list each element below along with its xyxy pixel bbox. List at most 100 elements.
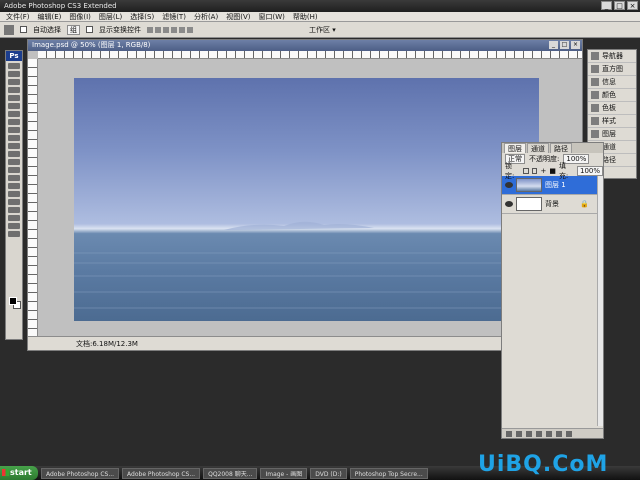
navigator-icon xyxy=(591,52,599,60)
menu-file[interactable]: 文件(F) xyxy=(6,12,30,21)
eraser-tool[interactable] xyxy=(8,143,20,149)
show-transform-checkbox[interactable] xyxy=(86,26,93,33)
blur-tool[interactable] xyxy=(8,159,20,165)
taskbar-item[interactable]: Adobe Photoshop CS... xyxy=(122,467,201,479)
water-ripples xyxy=(74,252,539,309)
workspace-button[interactable]: 工作区 ▾ xyxy=(309,25,336,35)
tab-layers[interactable]: 图层 xyxy=(504,143,526,153)
lock-position-icon[interactable]: + xyxy=(540,167,546,175)
maximize-icon[interactable]: □ xyxy=(614,1,625,10)
panel-navigator[interactable]: 导航器 xyxy=(588,50,636,63)
brush-tool[interactable] xyxy=(8,119,20,125)
panel-histogram-label: 直方图 xyxy=(602,65,623,73)
panel-info[interactable]: 信息 xyxy=(588,76,636,89)
auto-select-checkbox[interactable] xyxy=(20,26,27,33)
layer-row-1[interactable]: 图层 1 xyxy=(502,176,603,195)
lock-transparent-icon[interactable] xyxy=(523,167,529,174)
app-title-bar: Adobe Photoshop CS3 Extended _ □ × xyxy=(0,0,640,12)
align-top-icon[interactable] xyxy=(147,26,153,33)
align-left-icon[interactable] xyxy=(171,26,177,33)
lock-all-icon[interactable]: ■ xyxy=(549,167,556,175)
minimize-icon[interactable]: _ xyxy=(601,1,612,10)
align-center-icon[interactable] xyxy=(179,26,185,33)
hand-tool[interactable] xyxy=(8,223,20,229)
eyedropper-tool[interactable] xyxy=(8,215,20,221)
menu-window[interactable]: 窗口(W) xyxy=(258,12,284,21)
panel-histogram[interactable]: 直方图 xyxy=(588,63,636,76)
layers-scrollbar[interactable] xyxy=(597,176,603,426)
lasso-tool[interactable] xyxy=(8,79,20,85)
taskbar-item[interactable]: DVD (D:) xyxy=(310,467,347,479)
panel-channels-label: 通道 xyxy=(602,143,616,151)
marquee-tool[interactable] xyxy=(8,71,20,77)
align-right-icon[interactable] xyxy=(187,26,193,33)
tab-paths[interactable]: 路径 xyxy=(550,143,572,153)
path-select-tool[interactable] xyxy=(8,191,20,197)
start-button[interactable]: start xyxy=(0,466,38,480)
lock-pixels-icon[interactable] xyxy=(531,167,538,174)
taskbar-item[interactable]: QQ2008 聊天... xyxy=(203,467,258,479)
delete-layer-icon[interactable] xyxy=(566,430,572,437)
fill-input[interactable]: 100% xyxy=(577,165,604,176)
doc-minimize-icon[interactable]: _ xyxy=(549,41,558,49)
taskbar-item[interactable]: Adobe Photoshop CS... xyxy=(41,467,120,479)
eye-icon[interactable] xyxy=(505,182,513,188)
healing-tool[interactable] xyxy=(8,111,20,117)
panel-styles[interactable]: 样式 xyxy=(588,115,636,128)
adjustment-layer-icon[interactable] xyxy=(536,430,542,437)
site-watermark: UiBQ.CoM xyxy=(478,452,609,477)
new-layer-icon[interactable] xyxy=(556,430,562,437)
taskbar-item[interactable]: Photoshop Top Secre... xyxy=(349,467,428,479)
shape-tool[interactable] xyxy=(8,199,20,205)
notes-tool[interactable] xyxy=(8,207,20,213)
layer-style-icon[interactable] xyxy=(516,430,522,437)
close-icon[interactable]: × xyxy=(627,1,638,10)
history-brush-tool[interactable] xyxy=(8,135,20,141)
move-tool-icon[interactable] xyxy=(4,24,14,35)
quick-select-tool[interactable] xyxy=(8,87,20,93)
crop-tool[interactable] xyxy=(8,95,20,101)
clone-stamp-tool[interactable] xyxy=(8,127,20,133)
menu-layer[interactable]: 图层(L) xyxy=(99,12,122,21)
menu-filter[interactable]: 滤镜(T) xyxy=(162,12,186,21)
panel-color[interactable]: 颜色 xyxy=(588,89,636,102)
fill-label: 填充: xyxy=(558,161,569,180)
menu-select[interactable]: 选择(S) xyxy=(130,12,154,21)
taskbar-item[interactable]: Image - 画图 xyxy=(260,467,308,479)
menu-bar: 文件(F) 编辑(E) 图像(I) 图层(L) 选择(S) 滤镜(T) 分析(A… xyxy=(0,12,640,22)
doc-close-icon[interactable]: × xyxy=(571,41,580,49)
foreground-color-swatch[interactable] xyxy=(9,297,17,305)
eye-icon[interactable] xyxy=(505,201,513,207)
layer-row-background[interactable]: 背景 🔒 xyxy=(502,195,603,214)
type-tool[interactable] xyxy=(8,183,20,189)
lock-icon: 🔒 xyxy=(580,200,589,208)
doc-maximize-icon[interactable]: □ xyxy=(560,41,569,49)
auto-select-dropdown[interactable]: 组 xyxy=(67,24,80,35)
layer-mask-icon[interactable] xyxy=(526,430,532,437)
pen-tool[interactable] xyxy=(8,175,20,181)
move-tool[interactable] xyxy=(8,63,20,69)
panel-layers[interactable]: 图层 xyxy=(588,128,636,141)
new-group-icon[interactable] xyxy=(546,430,552,437)
menu-image[interactable]: 图像(I) xyxy=(69,12,91,21)
menu-edit[interactable]: 编辑(E) xyxy=(38,12,62,21)
align-bottom-icon[interactable] xyxy=(163,26,169,33)
panel-color-label: 颜色 xyxy=(602,91,616,99)
styles-icon xyxy=(591,117,599,125)
dodge-tool[interactable] xyxy=(8,167,20,173)
slice-tool[interactable] xyxy=(8,103,20,109)
panel-swatches[interactable]: 色板 xyxy=(588,102,636,115)
align-middle-icon[interactable] xyxy=(155,26,161,33)
menu-analysis[interactable]: 分析(A) xyxy=(194,12,218,21)
zoom-tool[interactable] xyxy=(8,231,20,237)
gradient-tool[interactable] xyxy=(8,151,20,157)
menu-help[interactable]: 帮助(H) xyxy=(293,12,318,21)
sea-image xyxy=(74,221,539,309)
menu-view[interactable]: 视图(V) xyxy=(226,12,250,21)
auto-select-label: 自动选择 xyxy=(33,25,61,34)
photo-canvas[interactable] xyxy=(74,78,539,321)
tab-channels[interactable]: 通道 xyxy=(527,143,549,153)
vertical-ruler xyxy=(28,59,38,337)
document-title-bar: Image.psd @ 50% (图层 1, RGB/8) _ □ × xyxy=(28,40,582,51)
link-layers-icon[interactable] xyxy=(506,430,512,437)
